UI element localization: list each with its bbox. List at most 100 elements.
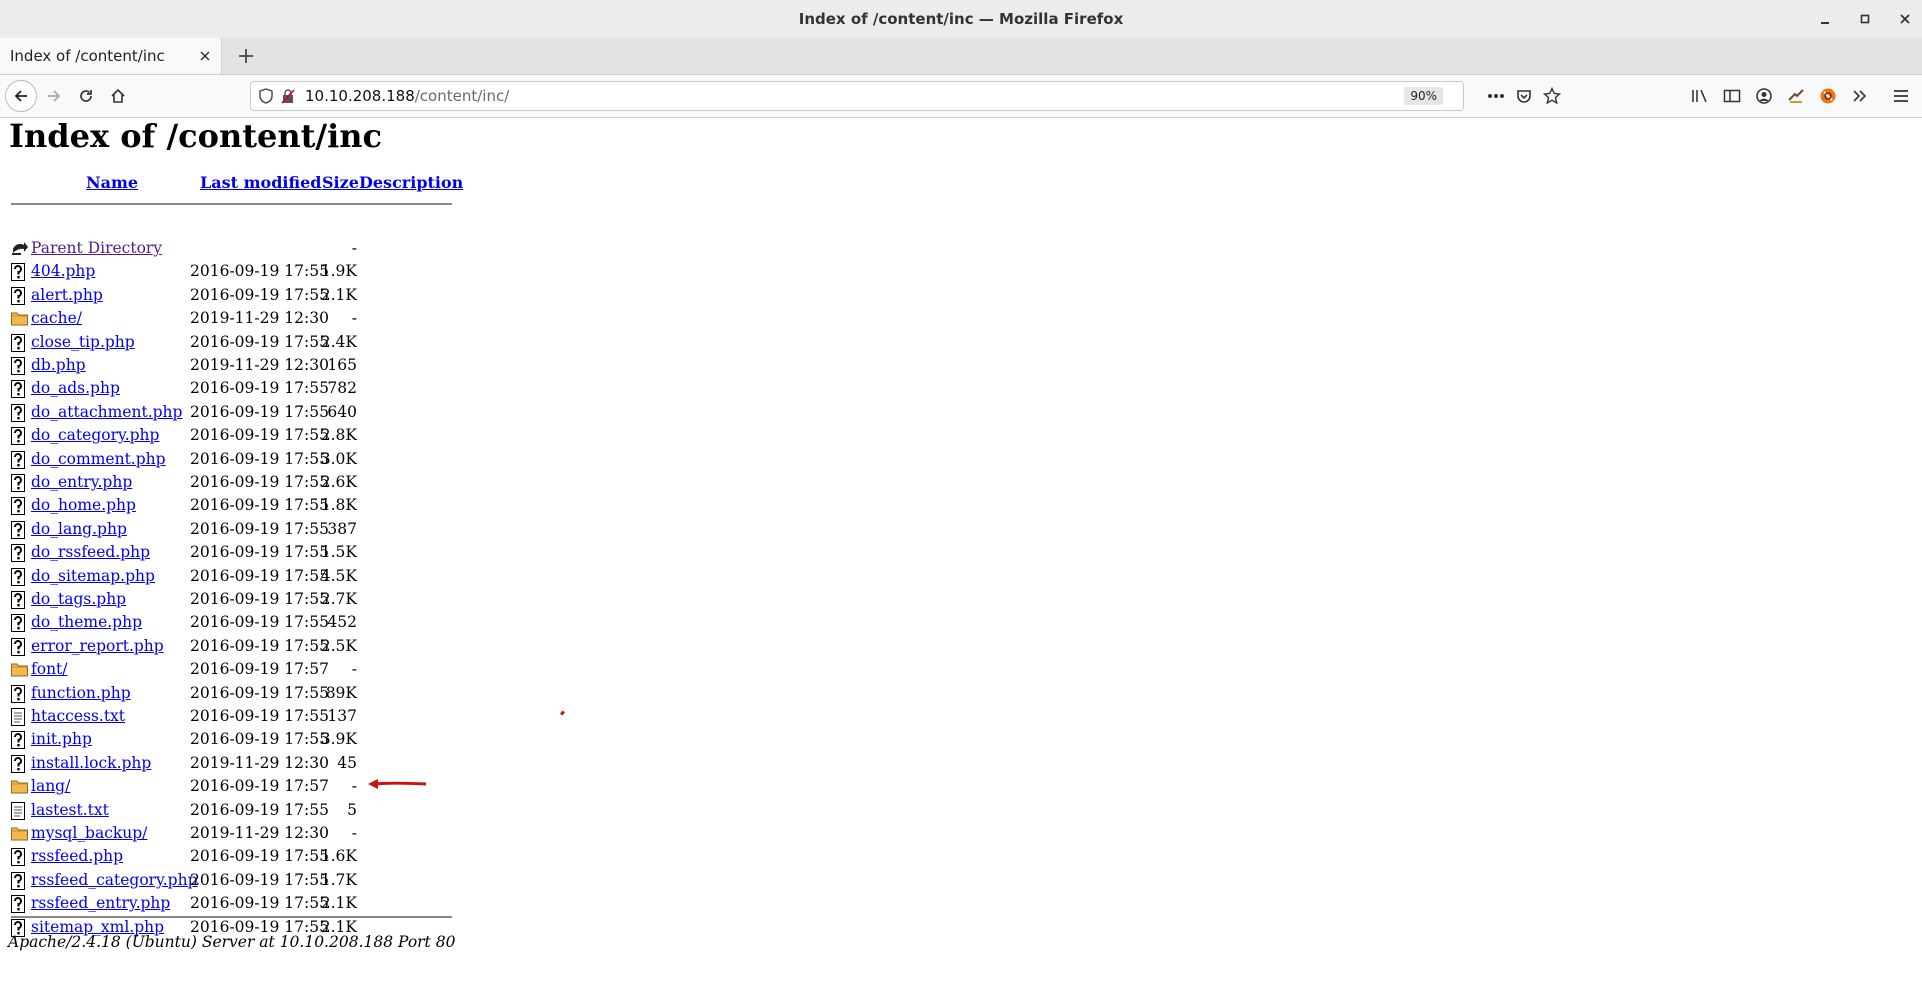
size-cell: -	[351, 660, 357, 679]
back-button[interactable]	[5, 80, 37, 112]
last-modified-cell: 2016-09-19 17:55	[190, 566, 329, 585]
size-cell: -	[351, 777, 357, 796]
hamburger-menu-icon[interactable]	[1889, 84, 1913, 108]
table-row: do_comment.php 2016-09-19 17:55 3.0K	[9, 448, 469, 470]
last-modified-cell: 2016-09-19 17:55	[190, 894, 329, 913]
table-row: mysql_backup/2019-11-29 12:30 -	[9, 822, 469, 844]
plus-icon	[239, 49, 253, 63]
column-header-description[interactable]: Description	[359, 173, 463, 192]
file-link[interactable]: install.lock.php	[31, 752, 151, 774]
size-cell: 2.4K	[320, 332, 357, 351]
url-bar[interactable]: 10.10.208.188/content/inc/ 90%	[250, 81, 1464, 111]
column-header-name[interactable]: Name	[86, 173, 138, 192]
file-link[interactable]: do_comment.php	[31, 448, 166, 470]
file-link[interactable]: do_attachment.php	[31, 401, 182, 423]
file-link[interactable]: 404.php	[31, 260, 95, 282]
table-row: do_tags.php 2016-09-19 17:55 2.7K	[9, 588, 469, 610]
file-link[interactable]: error_report.php	[31, 635, 164, 657]
file-link[interactable]: lastest.txt	[31, 799, 109, 821]
shield-icon[interactable]	[259, 88, 275, 104]
parent-directory-link[interactable]: Parent Directory	[31, 237, 162, 259]
file-icon	[11, 427, 27, 446]
close-tab-icon[interactable]	[197, 48, 213, 64]
size-cell: -	[351, 309, 357, 328]
file-link[interactable]: rssfeed.php	[31, 845, 123, 867]
table-row: rssfeed_entry.php 2016-09-19 17:55 2.1K	[9, 892, 469, 914]
tab-title: Index of /content/inc	[10, 47, 165, 65]
column-header-last-modified[interactable]: Last modified	[200, 173, 321, 192]
file-link[interactable]: do_sitemap.php	[31, 565, 155, 587]
file-link[interactable]: cache/	[31, 307, 82, 329]
file-link[interactable]: do_theme.php	[31, 611, 142, 633]
sidebar-icon[interactable]	[1720, 84, 1744, 108]
file-link[interactable]: do_entry.php	[31, 471, 132, 493]
file-link[interactable]: mysql_backup/	[31, 822, 147, 844]
insecure-lock-icon[interactable]	[281, 88, 297, 104]
folder-icon	[11, 661, 28, 679]
pocket-icon[interactable]	[1512, 84, 1536, 108]
size-cell: 2.6K	[320, 473, 357, 491]
table-row: lastest.txt 2016-09-19 17:55 5	[9, 799, 469, 821]
file-link[interactable]: do_rssfeed.php	[31, 541, 150, 563]
url-path: /content/inc/	[414, 87, 510, 105]
file-link[interactable]: rssfeed_category.php	[31, 869, 198, 891]
table-row: font/2016-09-19 17:57 -	[9, 658, 469, 680]
last-modified-cell: 2016-09-19 17:55	[190, 870, 329, 889]
size-cell: 89K	[325, 683, 357, 702]
last-modified-cell: 2019-11-29 12:30	[190, 356, 329, 374]
size-cell: 2.1K	[320, 894, 357, 913]
home-button[interactable]	[102, 80, 134, 112]
annotation-dot	[560, 710, 565, 716]
library-icon[interactable]	[1688, 84, 1712, 108]
size-cell: 3.0K	[320, 449, 357, 468]
tab-active[interactable]: Index of /content/inc	[0, 38, 222, 74]
file-link[interactable]: do_ads.php	[31, 377, 120, 399]
table-row: do_sitemap.php 2016-09-19 17:55 4.5K	[9, 565, 469, 587]
file-link[interactable]: do_tags.php	[31, 588, 126, 610]
file-link[interactable]: db.php	[31, 354, 86, 376]
table-row: alert.php 2016-09-19 17:55 2.1K	[9, 284, 469, 306]
size-cell: 165	[327, 356, 357, 374]
extension-icon[interactable]	[1784, 84, 1808, 108]
forward-button[interactable]	[38, 80, 70, 112]
last-modified-cell: 2016-09-19 17:55	[190, 543, 329, 562]
last-modified-cell: 2016-09-19 17:57	[190, 777, 329, 796]
last-modified-cell: 2016-09-19 17:55	[190, 402, 329, 421]
file-link[interactable]: htaccess.txt	[31, 705, 125, 727]
table-row: do_home.php 2016-09-19 17:55 1.8K	[9, 494, 469, 516]
table-row: do_theme.php 2016-09-19 17:55 452	[9, 611, 469, 633]
new-tab-button[interactable]	[232, 42, 260, 70]
file-link[interactable]: lang/	[31, 775, 70, 797]
table-row: 404.php 2016-09-19 17:55 1.9K	[9, 260, 469, 282]
maximize-icon[interactable]	[1858, 12, 1872, 26]
file-icon	[11, 567, 27, 586]
last-modified-cell: 2016-09-19 17:55	[190, 730, 329, 749]
file-link[interactable]: init.php	[31, 728, 92, 750]
overflow-chevron-icon[interactable]	[1848, 84, 1872, 108]
page-heading: Index of /content/inc	[9, 117, 382, 155]
last-modified-cell: 2016-09-19 17:55	[190, 426, 329, 445]
file-link[interactable]: rssfeed_entry.php	[31, 892, 170, 914]
column-header-size[interactable]: Size	[322, 173, 359, 192]
file-link[interactable]: font/	[31, 658, 68, 680]
file-link[interactable]: do_category.php	[31, 424, 159, 446]
reload-button[interactable]	[70, 80, 102, 112]
file-link[interactable]: function.php	[31, 682, 131, 704]
text-file-icon	[11, 801, 27, 820]
file-link[interactable]: do_lang.php	[31, 518, 127, 540]
zoom-level-badge[interactable]: 90%	[1404, 87, 1443, 105]
file-link[interactable]: alert.php	[31, 284, 103, 306]
close-window-icon[interactable]	[1898, 12, 1912, 26]
page-content: Index of /content/inc Name Last modified…	[0, 118, 1922, 1001]
minimize-icon[interactable]	[1818, 12, 1832, 26]
addon-badge-icon[interactable]	[1816, 84, 1840, 108]
server-signature: Apache/2.4.18 (Ubuntu) Server at 10.10.2…	[8, 933, 456, 951]
file-link[interactable]: close_tip.php	[31, 331, 135, 353]
url-text[interactable]: 10.10.208.188/content/inc/	[305, 87, 509, 105]
bookmark-star-icon[interactable]	[1540, 84, 1564, 108]
account-icon[interactable]	[1752, 84, 1776, 108]
page-actions-icon[interactable]	[1484, 84, 1508, 108]
file-icon	[11, 520, 27, 539]
file-link[interactable]: do_home.php	[31, 494, 136, 516]
table-row: do_attachment.php 2016-09-19 17:55 640	[9, 401, 469, 423]
